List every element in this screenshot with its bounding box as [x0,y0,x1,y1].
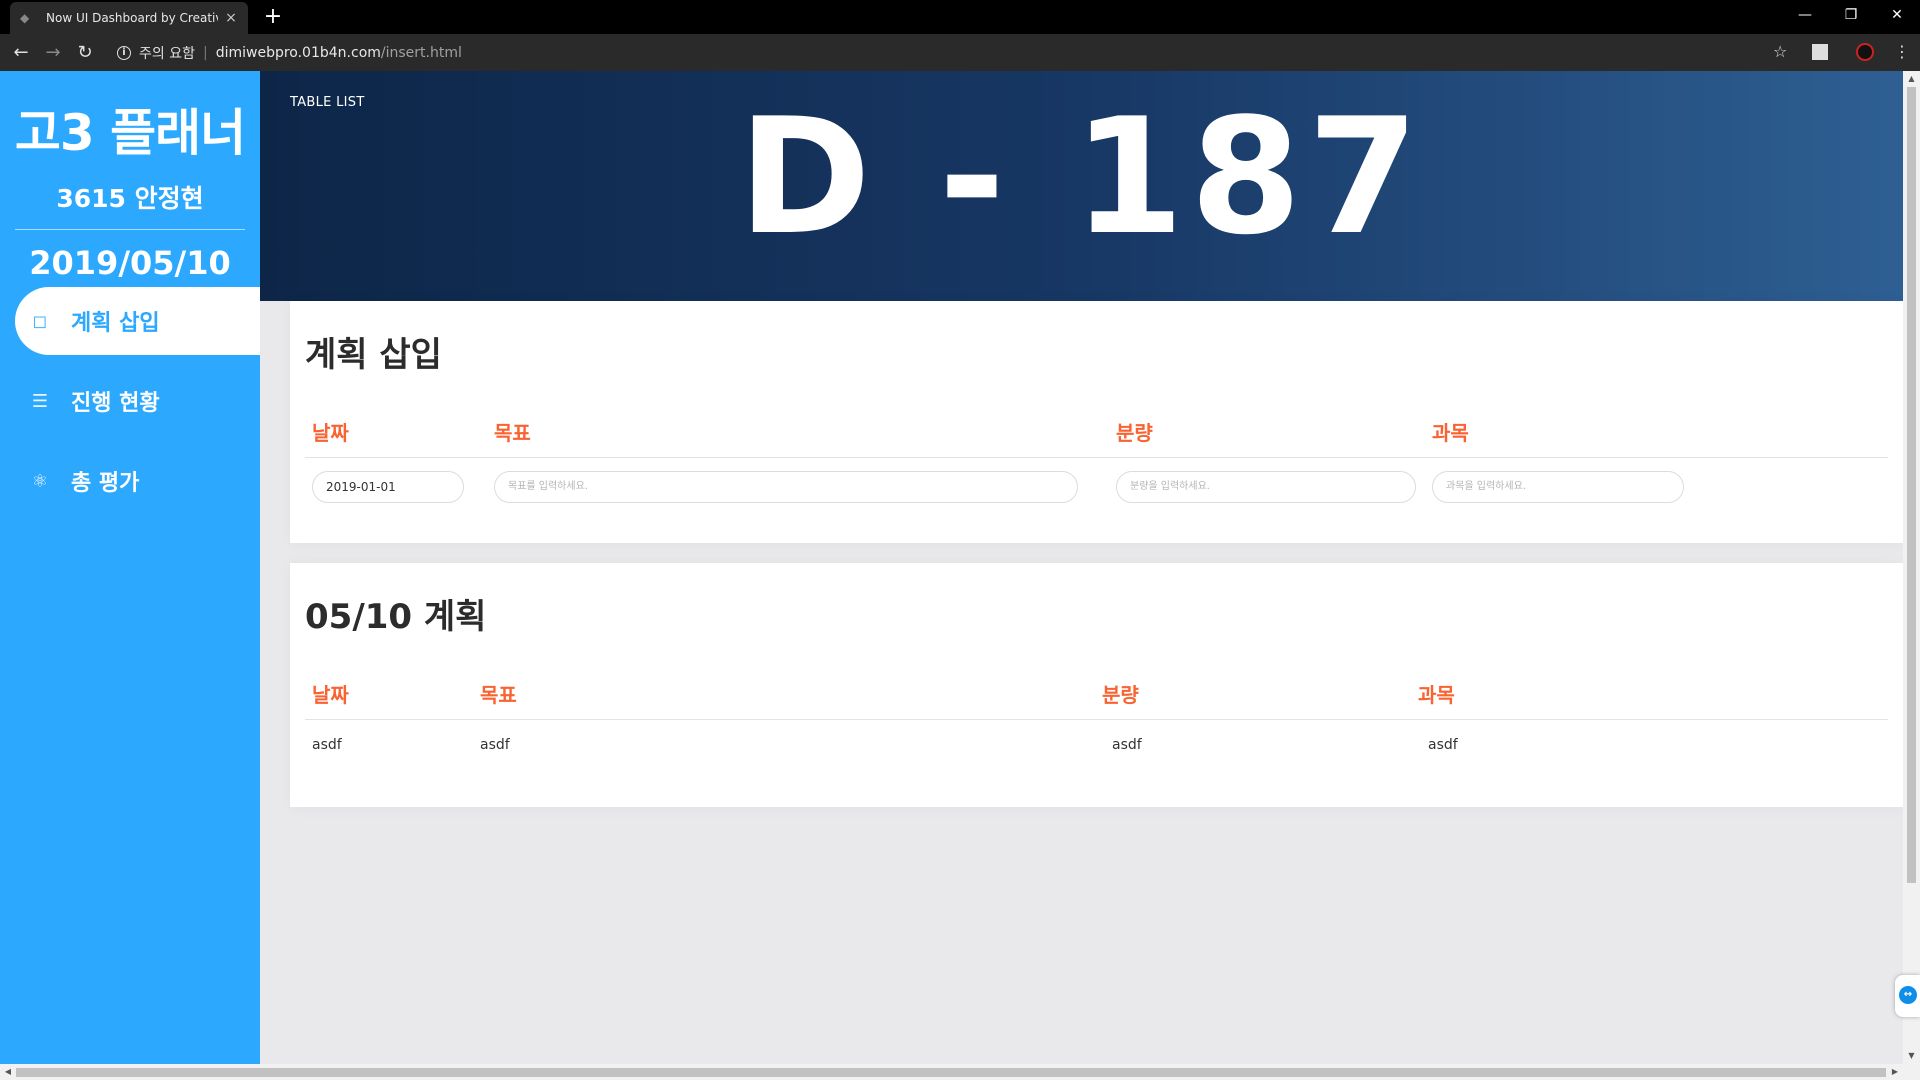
back-icon[interactable]: ← [8,40,34,66]
goal-input[interactable]: 목표를 입력하세요. [494,471,1078,503]
close-tab-icon[interactable]: × [224,10,238,26]
student-name: 3615 안정현 [56,184,204,213]
tab-title: Now UI Dashboard by Creative [46,11,218,25]
forward-icon[interactable]: → [40,40,66,66]
window-close-icon[interactable]: ✕ [1874,0,1920,30]
address-bar: ← → ↻ i 주의 요함 | dimiwebpro.01b4n.com /in… [0,34,1920,71]
amount-input[interactable]: 분량을 입력하세요. [1116,471,1416,503]
extension-icon[interactable] [1812,44,1828,60]
teamviewer-widget[interactable]: ↔ [1895,975,1920,1017]
panel-header: TABLE LIST D - 187 [260,71,1903,301]
teamviewer-icon: ↔ [1899,986,1917,1004]
sidebar: 고3 플래너 3615 안정현 2019/05/10 ◻ 계획 삽입 ☰ 진행 … [0,71,260,1064]
security-label: 주의 요함 [139,46,195,62]
list-icon: ☰ [31,390,49,412]
table-cell-subject: asdf [1428,737,1458,753]
date-field[interactable]: 2019-01-01 [312,471,464,503]
insert-plan-card: 계획 삽입 날짜 목표 분량 과목 2019-01-01 목표를 입력하세요. … [290,301,1903,543]
sidebar-item-label: 진행 현황 [71,391,160,416]
menu-kebab-icon[interactable]: ⋮ [1894,42,1910,61]
profile-avatar[interactable] [1856,43,1874,61]
dday-counter: D - 187 [738,83,1425,270]
column-header-amount: 분량 [1102,683,1139,707]
table-cell-amount: asdf [1112,737,1142,753]
sidebar-item-insert[interactable]: ◻ 계획 삽입 [15,287,260,355]
subject-input[interactable]: 과목을 입력하세요. [1432,471,1684,503]
column-header-goal: 목표 [494,421,531,445]
atom-icon: ⚛ [31,470,49,492]
sidebar-date: 2019/05/10 [29,244,231,282]
url-separator: | [202,45,208,61]
sidebar-item-label: 총 평가 [71,471,140,496]
vertical-scroll-thumb[interactable] [1907,87,1916,883]
scroll-left-icon[interactable]: ◀ [0,1064,16,1080]
column-header-date: 날짜 [312,683,349,707]
sidebar-item-label: 계획 삽입 [71,311,160,336]
daily-plan-card: 05/10 계획 날짜 목표 분량 과목 asdf asdf asdf asdf [290,563,1903,807]
scroll-down-icon[interactable]: ▼ [1903,1048,1920,1064]
browser-tabbar: ◆ Now UI Dashboard by Creative × + — ❐ ✕ [0,0,1920,34]
sidebar-item-evaluation[interactable]: ⚛ 총 평가 [15,447,260,515]
column-header-subject: 과목 [1418,683,1455,707]
sidebar-item-progress[interactable]: ☰ 진행 현황 [15,367,260,435]
table-cell-date: asdf [312,737,342,753]
url-path: /insert.html [380,45,462,61]
card-title: 05/10 계획 [305,597,487,637]
sidebar-brand[interactable]: 고3 플래너 [0,93,260,165]
minimize-icon[interactable]: — [1782,0,1828,30]
horizontal-scroll-thumb[interactable] [16,1068,1886,1077]
column-header-amount: 분량 [1116,421,1153,445]
new-tab-button[interactable]: + [260,4,286,29]
star-icon[interactable]: ☆ [1773,42,1787,61]
url-field[interactable]: i 주의 요함 | dimiwebpro.01b4n.com /insert.h… [117,43,462,63]
row-divider [305,457,1888,458]
reload-icon[interactable]: ↻ [72,40,98,66]
vertical-scrollbar[interactable]: ▲ ▼ [1903,71,1920,1064]
page: 고3 플래너 3615 안정현 2019/05/10 ◻ 계획 삽입 ☰ 진행 … [0,71,1903,1064]
column-header-date: 날짜 [312,421,349,445]
horizontal-scrollbar[interactable]: ◀ ▶ [0,1064,1920,1080]
scroll-right-icon[interactable]: ▶ [1887,1064,1903,1080]
card-title: 계획 삽입 [305,335,442,375]
scroll-up-icon[interactable]: ▲ [1903,71,1920,87]
url-host: dimiwebpro.01b4n.com [215,45,381,61]
table-cell-goal: asdf [480,737,510,753]
cube-icon: ◻ [32,310,48,332]
column-header-subject: 과목 [1432,421,1469,445]
sidebar-divider [15,229,245,230]
favicon-icon: ◆ [20,11,30,25]
restore-icon[interactable]: ❐ [1828,0,1874,30]
info-icon[interactable]: i [117,46,131,60]
browser-tab[interactable]: ◆ Now UI Dashboard by Creative × [10,2,248,34]
row-divider [305,719,1888,720]
column-header-goal: 목표 [480,683,517,707]
